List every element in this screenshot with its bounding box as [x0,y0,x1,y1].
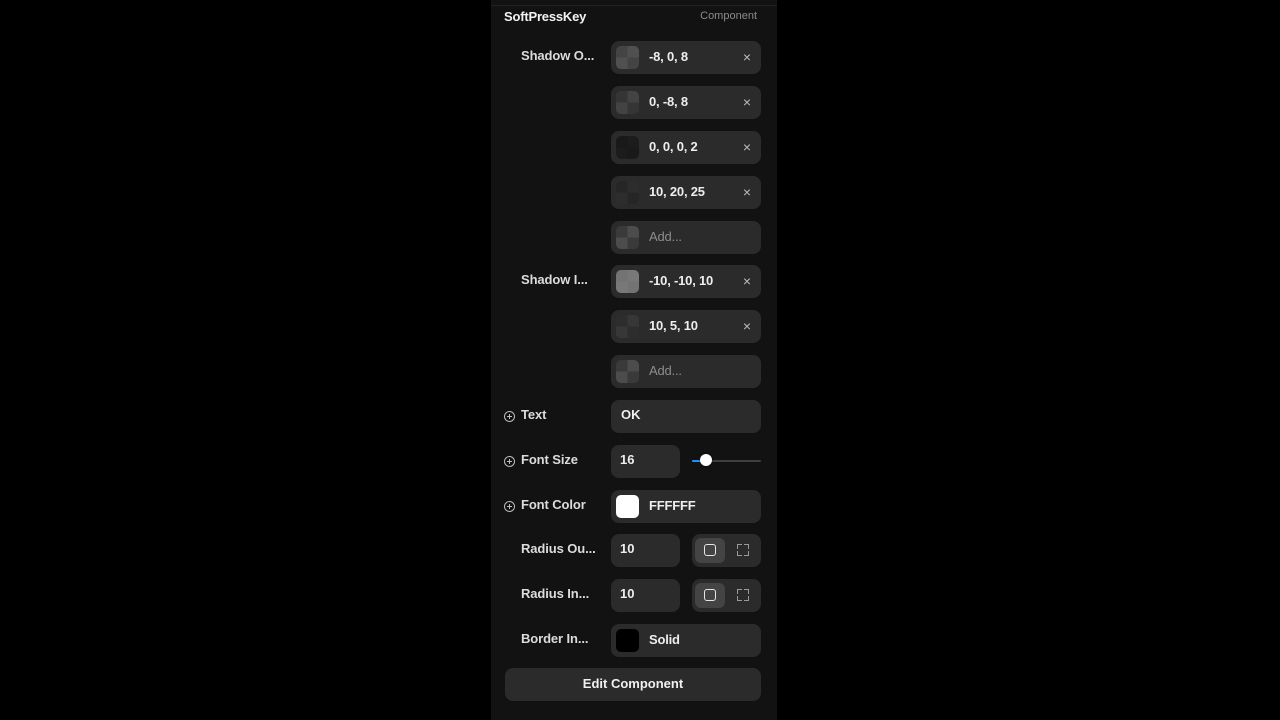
shadow-outer-row-2: 0, -8, 8 × [491,86,777,120]
add-shadow-inner-button[interactable]: Add... [611,355,761,388]
shadow-value[interactable]: 10, 5, 10 [649,310,698,343]
close-icon[interactable]: × [741,319,753,333]
shadow-inner-item[interactable]: -10, -10, 10 × [611,265,761,298]
corners-icon [737,544,749,556]
edit-component-button[interactable]: Edit Component [505,668,761,701]
border-style-value[interactable]: Solid [649,624,680,657]
radius-inner-mode-toggle [692,579,761,612]
shadow-value[interactable]: 10, 20, 25 [649,176,705,209]
radius-individual-option[interactable] [728,583,758,608]
font-color-field[interactable]: FFFFFF [611,490,761,523]
shadow-value[interactable]: 0, 0, 0, 2 [649,131,698,164]
radius-inner-input[interactable]: 10 [611,579,680,612]
shadow-value[interactable]: -10, -10, 10 [649,265,713,298]
shadow-outer-row-1: Shadow O... -8, 0, 8 × [491,41,777,75]
font-size-input[interactable]: 16 [611,445,680,478]
radius-outer-value[interactable]: 10 [620,534,634,564]
font-size-label: Font Size [521,452,578,467]
text-label: Text [521,407,547,422]
shadow-inner-row-2: 10, 5, 10 × [491,310,777,344]
color-swatch[interactable] [616,629,639,652]
font-color-label: Font Color [521,497,586,512]
add-placeholder: Add... [649,229,682,244]
shadow-value[interactable]: -8, 0, 8 [649,41,688,74]
shadow-inner-label: Shadow I... [521,272,588,287]
add-placeholder: Add... [649,363,682,378]
component-type-label: Component [700,10,757,22]
font-color-row: Font Color FFFFFF [491,490,777,524]
font-size-slider-thumb[interactable] [699,454,712,466]
shadow-inner-item[interactable]: 10, 5, 10 × [611,310,761,343]
font-size-value[interactable]: 16 [620,445,634,475]
close-icon[interactable]: × [741,95,753,109]
radius-outer-input[interactable]: 10 [611,534,680,567]
shadow-outer-label: Shadow O... [521,48,595,63]
radius-outer-label: Radius Ou... [521,541,596,556]
swatch-tint [616,136,639,159]
square-icon [704,544,716,556]
color-swatch[interactable] [616,270,639,293]
radius-outer-mode-toggle [692,534,761,567]
color-swatch[interactable] [616,495,639,518]
font-color-value[interactable]: FFFFFF [649,490,696,523]
close-icon[interactable]: × [741,140,753,154]
border-inner-field[interactable]: Solid [611,624,761,657]
border-inner-label: Border In... [521,631,589,646]
plus-circle-icon[interactable] [504,456,515,467]
shadow-outer-item[interactable]: 0, 0, 0, 2 × [611,131,761,164]
radius-uniform-option[interactable] [695,538,725,563]
radius-individual-option[interactable] [728,538,758,563]
shadow-value[interactable]: 0, -8, 8 [649,86,688,119]
shadow-outer-row-3: 0, 0, 0, 2 × [491,131,777,165]
color-swatch[interactable] [616,91,639,114]
plus-circle-icon[interactable] [504,501,515,512]
border-inner-row: Border In... Solid [491,624,777,658]
properties-panel: SoftPressKey Component Shadow O... -8, 0… [491,0,777,720]
panel-header: SoftPressKey Component [504,6,757,26]
text-value[interactable]: OK [621,400,641,433]
text-row: Text OK [491,400,777,434]
shadow-inner-add-row: Add... [491,355,777,389]
font-size-row: Font Size 16 [491,445,777,479]
color-swatch [616,226,639,249]
radius-outer-row: Radius Ou... 10 [491,534,777,568]
radius-inner-label: Radius In... [521,586,590,601]
color-swatch[interactable] [616,46,639,69]
color-swatch[interactable] [616,181,639,204]
swatch-tint [616,315,639,338]
shadow-outer-row-4: 10, 20, 25 × [491,176,777,210]
shadow-outer-item[interactable]: 0, -8, 8 × [611,86,761,119]
shadow-outer-add-row: Add... [491,221,777,255]
corners-icon [737,589,749,601]
shadow-outer-item[interactable]: -8, 0, 8 × [611,41,761,74]
swatch-tint [616,46,639,69]
shadow-inner-row-1: Shadow I... -10, -10, 10 × [491,265,777,299]
radius-inner-value[interactable]: 10 [620,579,634,609]
color-swatch[interactable] [616,136,639,159]
shadow-outer-item[interactable]: 10, 20, 25 × [611,176,761,209]
swatch-tint [616,91,639,114]
color-swatch[interactable] [616,315,639,338]
close-icon[interactable]: × [741,185,753,199]
component-title: SoftPressKey [504,8,587,24]
color-swatch [616,360,639,383]
add-shadow-outer-button[interactable]: Add... [611,221,761,254]
square-icon [704,589,716,601]
radius-inner-row: Radius In... 10 [491,579,777,613]
close-icon[interactable]: × [741,50,753,64]
swatch-tint [616,181,639,204]
swatch-tint [616,270,639,293]
text-input[interactable]: OK [611,400,761,433]
plus-circle-icon[interactable] [504,411,515,422]
radius-uniform-option[interactable] [695,583,725,608]
close-icon[interactable]: × [741,274,753,288]
